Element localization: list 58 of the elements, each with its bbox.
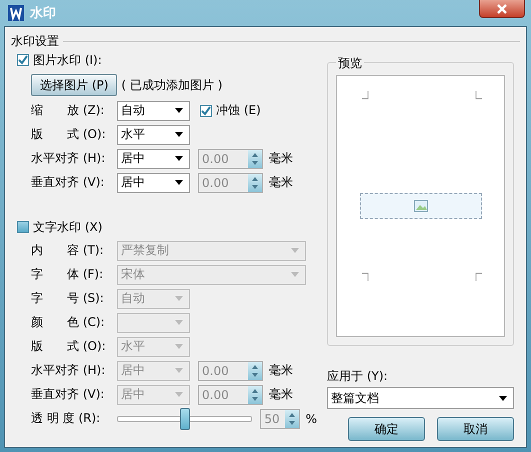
spin-arrows-icon — [248, 362, 262, 380]
group-title: 水印设置 — [11, 33, 59, 50]
dropdown-arrow-icon — [291, 248, 299, 253]
checkbox-label: 文字水印 (X) — [33, 218, 102, 236]
checkbox[interactable] — [17, 54, 29, 66]
unit-label: % — [306, 412, 317, 426]
field-label: 垂直对齐 (V): — [30, 386, 106, 403]
spin-arrows-icon — [248, 174, 262, 192]
checkbox-label: 图片水印 (I): — [33, 52, 102, 68]
checkbox[interactable] — [200, 104, 212, 116]
field-label: 颜 色 (C): — [30, 314, 106, 331]
document-logo-icon — [8, 5, 24, 21]
field-label: 水平对齐 (H): — [30, 150, 106, 167]
field-label: 水平对齐 (H): — [30, 362, 106, 379]
dropdown-arrow-icon — [499, 396, 507, 400]
checkbox-label: 冲蚀 (E) — [216, 102, 261, 119]
dropdown-arrow-icon — [175, 156, 183, 161]
dropdown-arrow-icon — [175, 132, 183, 137]
dropdown[interactable]: 居中 — [117, 172, 190, 192]
select-picture-button[interactable]: 选择图片 (P) — [31, 74, 118, 96]
unit-label: 毫米 — [269, 174, 293, 191]
dropdown[interactable]: 自动 — [117, 100, 190, 120]
field-label: 应用于 (Y): — [327, 368, 389, 385]
field-label: 版 式 (O): — [30, 338, 107, 355]
dropdown-arrow-icon — [175, 180, 183, 185]
field-label: 缩 放 (Z): — [30, 102, 106, 119]
unit-label: 毫米 — [269, 150, 293, 167]
field-label: 垂直对齐 (V): — [30, 174, 106, 191]
field-label: 字 体 (F): — [30, 266, 104, 283]
dropdown[interactable]: 居中 — [117, 148, 190, 168]
close-icon — [496, 4, 508, 14]
spin-arrows-icon — [248, 386, 262, 404]
status-text: ( 已成功添加图片 ) — [121, 76, 222, 94]
close-button[interactable] — [479, 0, 525, 18]
checkbox[interactable] — [17, 221, 29, 233]
dropdown-arrow-icon — [291, 272, 299, 277]
unit-label: 毫米 — [269, 386, 293, 403]
picture-icon — [414, 200, 428, 212]
dropdown[interactable]: 水平 — [117, 124, 190, 144]
dropdown-arrow-icon — [175, 392, 183, 397]
field-label: 版 式 (O): — [30, 126, 107, 143]
spin-arrows-icon — [284, 410, 299, 428]
spin-arrows-icon — [248, 150, 262, 168]
preview-title: 预览 — [336, 55, 364, 72]
slider-thumb[interactable] — [180, 408, 190, 430]
field-label: 字 号 (S): — [30, 290, 105, 307]
field-label: 透 明 度 (R): — [30, 410, 102, 427]
window-title: 水印 — [30, 5, 56, 22]
unit-label: 毫米 — [269, 362, 293, 379]
dropdown-arrow-icon — [175, 320, 183, 325]
dropdown[interactable]: 整篇文档 — [327, 387, 514, 409]
dialog-button[interactable]: 取消 — [437, 417, 514, 441]
dropdown-arrow-icon — [175, 108, 183, 113]
dropdown-arrow-icon — [175, 344, 183, 349]
dialog-button[interactable]: 确定 — [348, 417, 425, 441]
dropdown-arrow-icon — [175, 368, 183, 373]
field-label: 内 容 (T): — [30, 242, 105, 259]
dropdown-arrow-icon — [175, 296, 183, 301]
